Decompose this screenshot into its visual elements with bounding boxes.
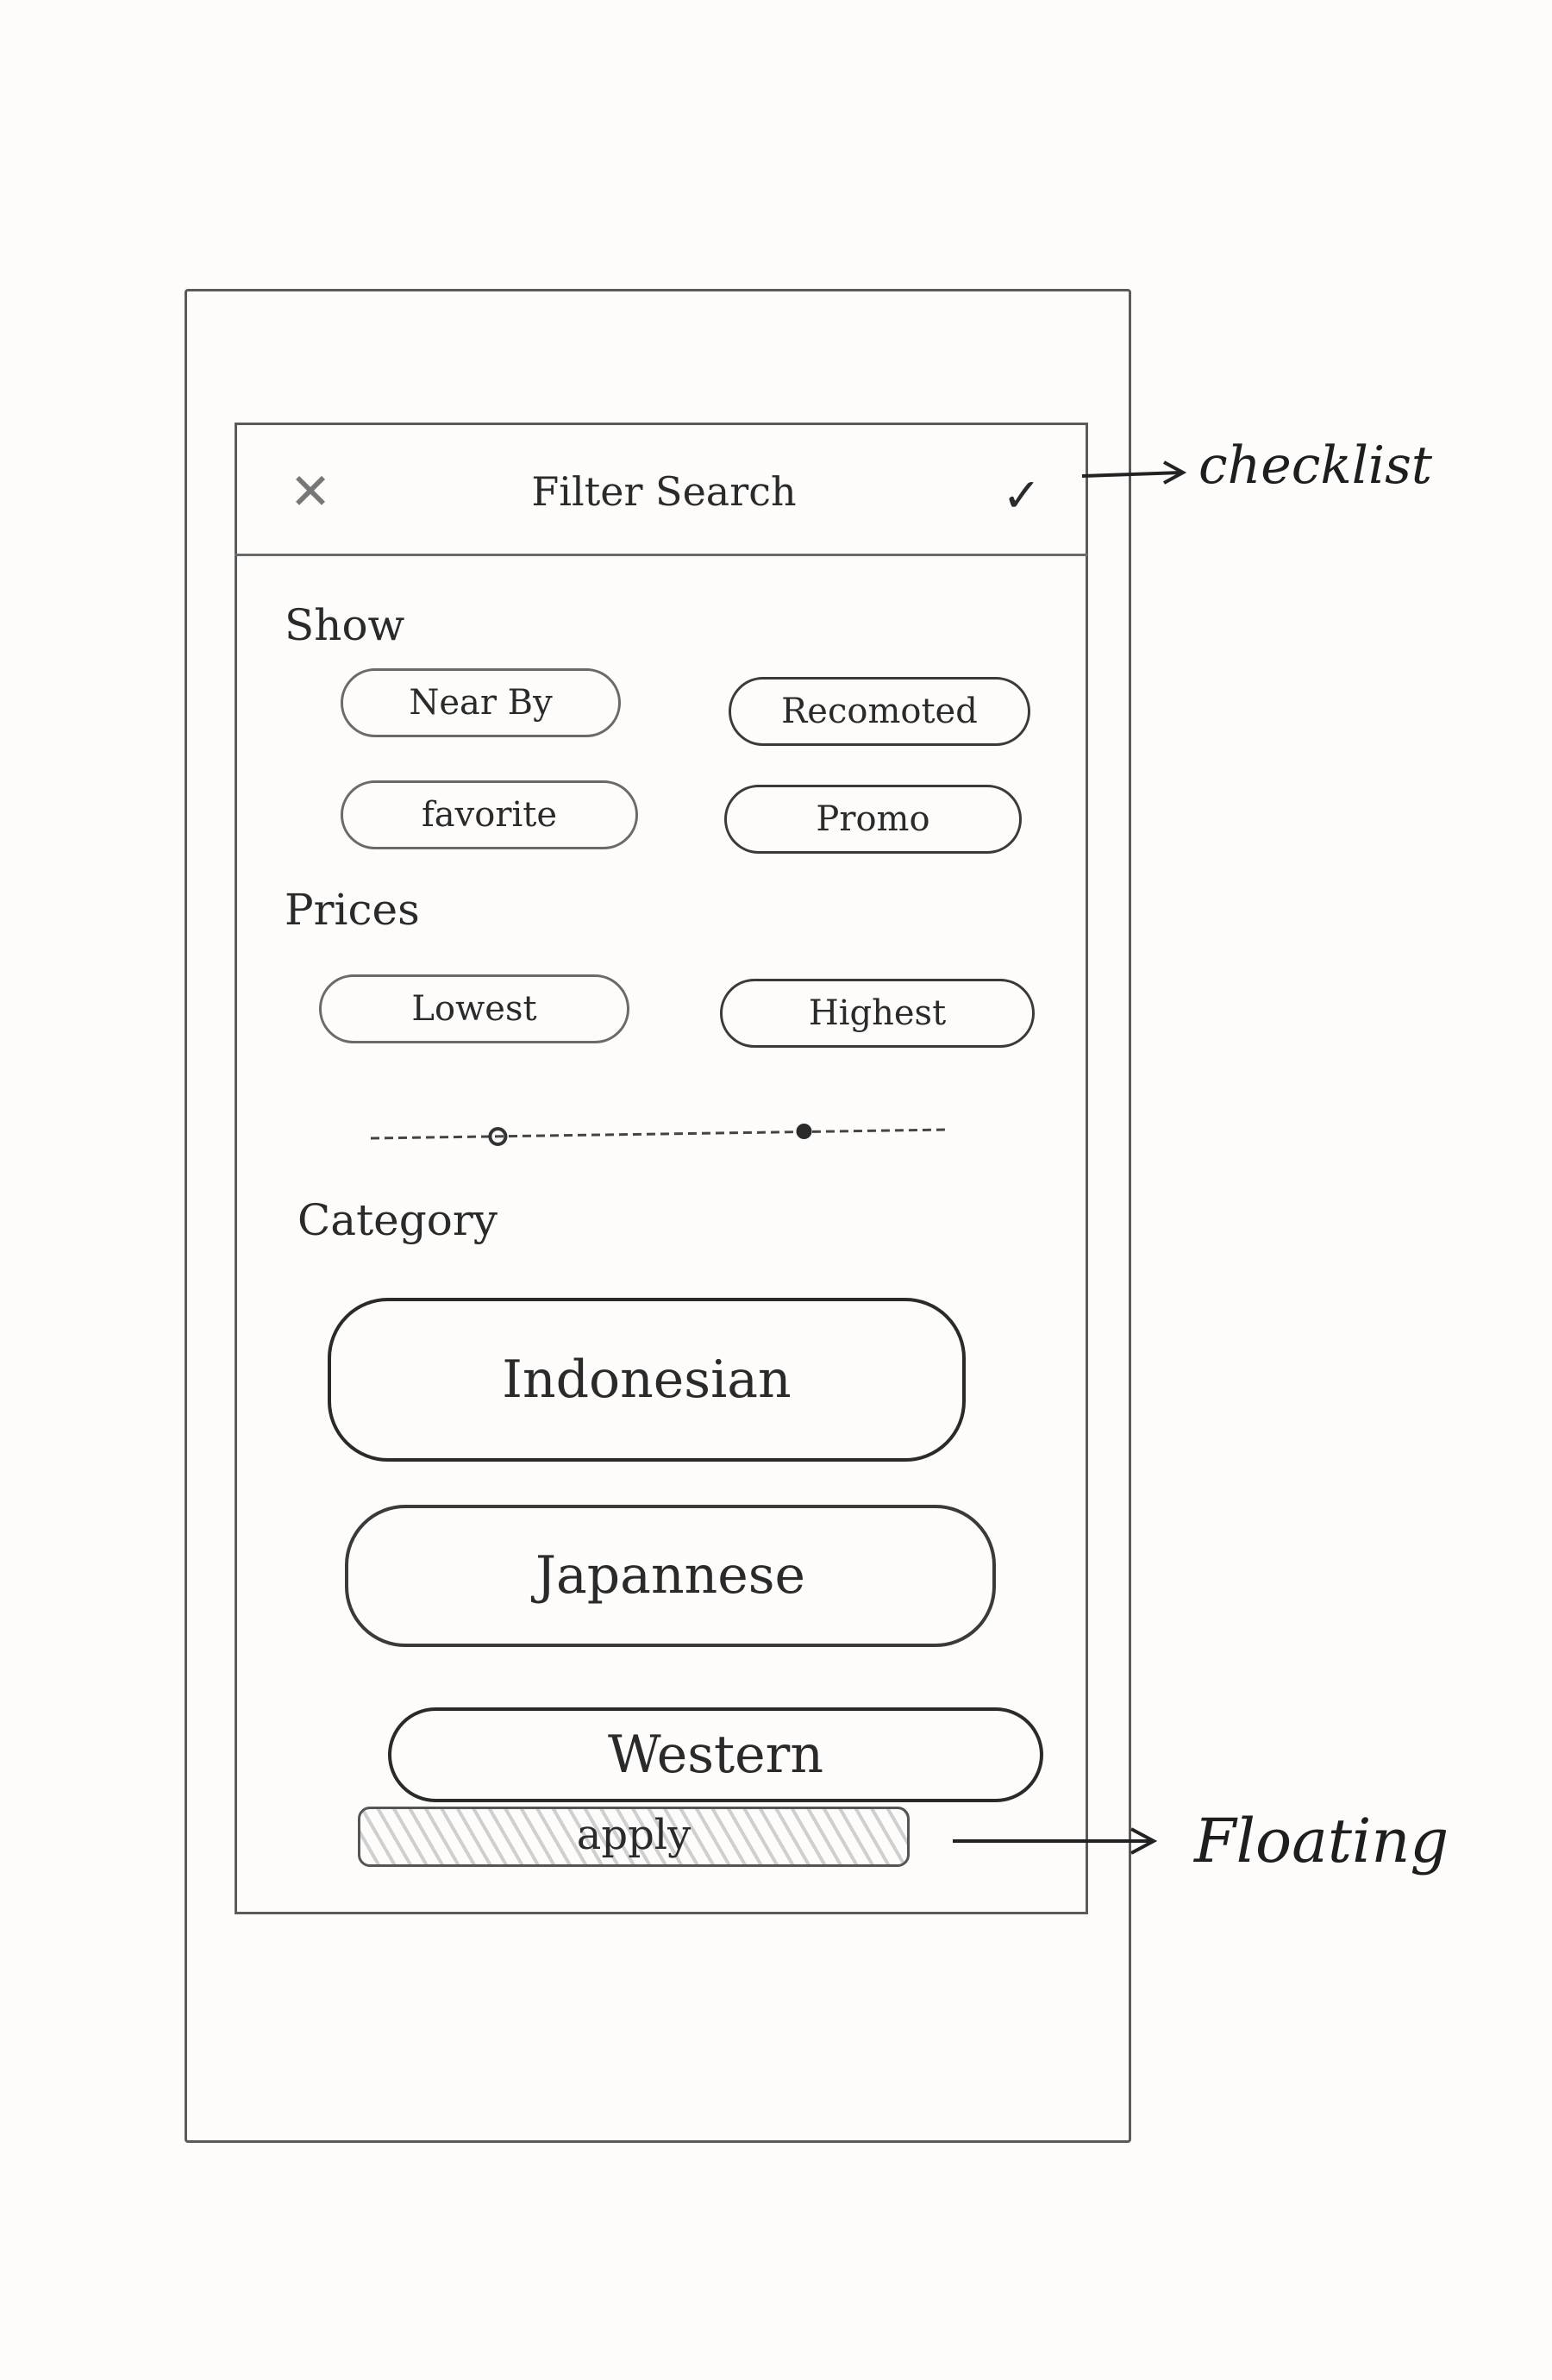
arrow-right-icon	[1081, 460, 1187, 485]
chip-promo[interactable]: Promo	[724, 785, 1022, 854]
price-range-slider[interactable]	[362, 1104, 966, 1173]
modal-title: Filter Search	[531, 468, 797, 515]
check-icon[interactable]: ✓	[992, 466, 1052, 526]
annotation-checklist: checklist	[1198, 435, 1432, 496]
category-japannese[interactable]: Japannese	[345, 1505, 996, 1647]
category-indonesian[interactable]: Indonesian	[328, 1298, 966, 1462]
chip-recomoted[interactable]: Recomoted	[729, 677, 1030, 746]
category-label: Category	[297, 1195, 498, 1245]
apply-button[interactable]: apply	[358, 1807, 910, 1867]
close-icon[interactable]: ✕	[280, 461, 341, 522]
chip-favorite[interactable]: favorite	[341, 780, 638, 849]
slider-track	[370, 1128, 949, 1140]
chip-near-by[interactable]: Near By	[341, 668, 621, 737]
slider-thumb-max	[796, 1124, 812, 1139]
chip-highest[interactable]: Highest	[720, 979, 1035, 1048]
category-western[interactable]: Western	[388, 1707, 1043, 1802]
show-label: Show	[285, 600, 405, 650]
chip-lowest[interactable]: Lowest	[319, 974, 629, 1043]
prices-label: Prices	[285, 885, 420, 935]
arrow-right-icon	[953, 1827, 1158, 1855]
annotation-floating: Floating	[1194, 1806, 1449, 1876]
